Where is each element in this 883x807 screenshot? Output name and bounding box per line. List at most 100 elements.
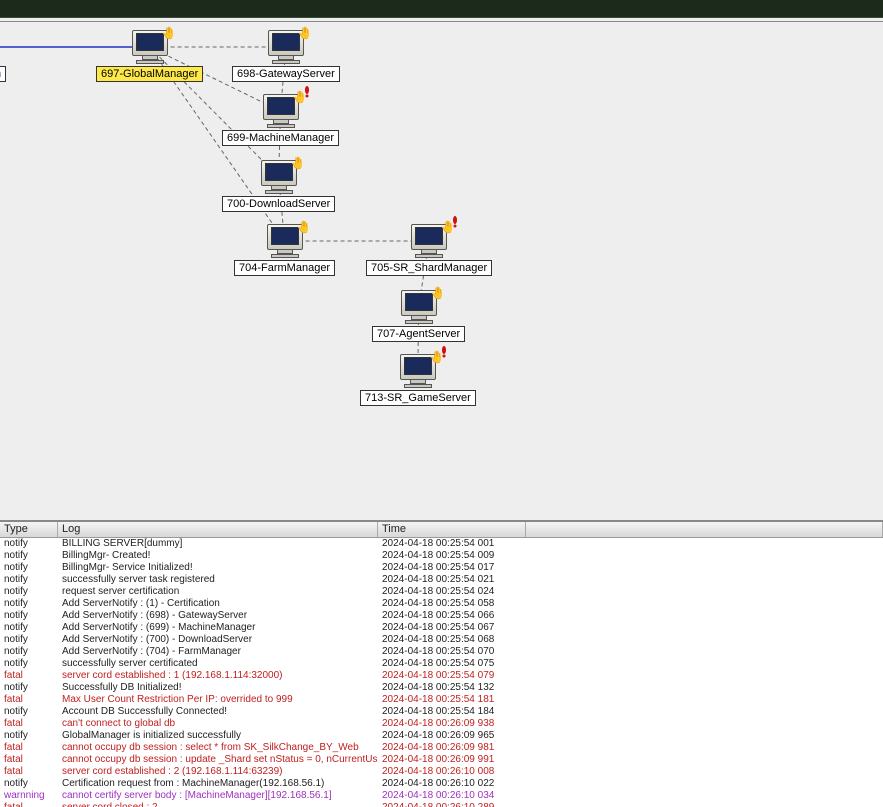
log-row[interactable]: notifyBillingMgr- Created!2024-04-18 00:…	[0, 550, 883, 562]
log-message: successfully server task registered	[58, 574, 378, 586]
log-row[interactable]: notifysuccessfully server certificated20…	[0, 658, 883, 670]
col-type[interactable]: Type	[0, 522, 58, 537]
hand-icon: ✋	[430, 286, 445, 300]
log-row[interactable]: fatalcannot occupy db session : update _…	[0, 754, 883, 766]
log-row[interactable]: notifyrequest server certification2024-0…	[0, 586, 883, 598]
log-type: notify	[0, 778, 58, 790]
log-time: 2024-04-18 00:25:54 009	[378, 550, 526, 562]
computer-icon: ✋	[265, 224, 305, 258]
log-row[interactable]: warnningcannot certify server body : [Ma…	[0, 790, 883, 802]
computer-icon: ✋	[409, 224, 449, 258]
log-time: 2024-04-18 00:25:54 058	[378, 598, 526, 610]
log-row[interactable]: fatalserver cord closed : 22024-04-18 00…	[0, 802, 883, 807]
computer-icon: ✋	[398, 354, 438, 388]
log-type: notify	[0, 586, 58, 598]
log-type: notify	[0, 682, 58, 694]
log-type: notify	[0, 538, 58, 550]
log-type: fatal	[0, 754, 58, 766]
log-time: 2024-04-18 00:26:10 289	[378, 802, 526, 807]
computer-icon: ✋	[399, 290, 439, 324]
log-time: 2024-04-18 00:25:54 017	[378, 562, 526, 574]
log-message: server cord established : 1 (192.168.1.1…	[58, 670, 378, 682]
log-row[interactable]: notifyAdd ServerNotify : (704) - FarmMan…	[0, 646, 883, 658]
log-row[interactable]: notifyAdd ServerNotify : (698) - Gateway…	[0, 610, 883, 622]
log-row[interactable]: notifyAdd ServerNotify : (1) - Certifica…	[0, 598, 883, 610]
col-rest[interactable]	[526, 522, 883, 537]
log-message: request server certification	[58, 586, 378, 598]
log-message: server cord closed : 2	[58, 802, 378, 807]
computer-icon: ✋	[259, 160, 299, 194]
log-row[interactable]: notifyAccount DB Successfully Connected!…	[0, 706, 883, 718]
log-message: GlobalManager is initialized successfull…	[58, 730, 378, 742]
hand-icon: ✋	[296, 220, 311, 234]
log-header[interactable]: Type Log Time	[0, 522, 883, 538]
topology-canvas[interactable]: ertification✋697-GlobalManager✋698-Gatew…	[0, 22, 883, 520]
log-row[interactable]: notifyCertification request from : Machi…	[0, 778, 883, 790]
log-message: Max User Count Restriction Per IP: overr…	[58, 694, 378, 706]
log-message: BILLING SERVER[dummy]	[58, 538, 378, 550]
log-time: 2024-04-18 00:25:54 184	[378, 706, 526, 718]
log-row[interactable]: fatalMax User Count Restriction Per IP: …	[0, 694, 883, 706]
log-message: BillingMgr- Service Initialized!	[58, 562, 378, 574]
log-type: fatal	[0, 742, 58, 754]
server-node-cert[interactable]: ertification	[0, 30, 6, 82]
log-row[interactable]: notifyGlobalManager is initialized succe…	[0, 730, 883, 742]
log-body[interactable]: notifyBILLING SERVER[dummy]2024-04-18 00…	[0, 538, 883, 807]
log-row[interactable]: notifySuccessfully DB Initialized!2024-0…	[0, 682, 883, 694]
node-label[interactable]: 704-FarmManager	[234, 260, 335, 276]
server-node-dl[interactable]: ✋ 700-DownloadServer	[222, 160, 335, 212]
server-node-gw[interactable]: ✋ 698-GatewayServer	[232, 30, 340, 82]
log-row[interactable]: fatalserver cord established : 2 (192.16…	[0, 766, 883, 778]
log-message: cannot occupy db session : select * from…	[58, 742, 378, 754]
log-row[interactable]: fatalserver cord established : 1 (192.16…	[0, 670, 883, 682]
log-time: 2024-04-18 00:25:54 181	[378, 694, 526, 706]
log-message: can't connect to global db	[58, 718, 378, 730]
log-type: notify	[0, 646, 58, 658]
log-time: 2024-04-18 00:25:54 132	[378, 682, 526, 694]
log-row[interactable]: notifyAdd ServerNotify : (699) - Machine…	[0, 622, 883, 634]
log-message: BillingMgr- Created!	[58, 550, 378, 562]
node-label[interactable]: 713-SR_GameServer	[360, 390, 476, 406]
log-row[interactable]: fatalcannot occupy db session : select *…	[0, 742, 883, 754]
log-panel: Type Log Time notifyBILLING SERVER[dummy…	[0, 520, 883, 807]
log-type: notify	[0, 610, 58, 622]
log-row[interactable]: notifyBillingMgr- Service Initialized!20…	[0, 562, 883, 574]
node-label[interactable]: 707-AgentServer	[372, 326, 465, 342]
log-message: Add ServerNotify : (698) - GatewayServer	[58, 610, 378, 622]
node-label[interactable]: 698-GatewayServer	[232, 66, 340, 82]
server-node-fm[interactable]: ✋ 704-FarmManager	[234, 224, 335, 276]
log-message: Add ServerNotify : (700) - DownloadServe…	[58, 634, 378, 646]
computer-icon: ✋	[261, 94, 301, 128]
log-time: 2024-04-18 00:26:09 938	[378, 718, 526, 730]
log-message: Add ServerNotify : (699) - MachineManage…	[58, 622, 378, 634]
log-type: notify	[0, 658, 58, 670]
log-time: 2024-04-18 00:25:54 021	[378, 574, 526, 586]
node-label[interactable]: 700-DownloadServer	[222, 196, 335, 212]
server-node-gs[interactable]: ✋ 713-SR_GameServer	[360, 354, 476, 406]
log-row[interactable]: fatalcan't connect to global db2024-04-1…	[0, 718, 883, 730]
col-log[interactable]: Log	[58, 522, 378, 537]
node-label[interactable]: 699-MachineManager	[222, 130, 339, 146]
node-label[interactable]: ertification	[0, 66, 6, 82]
log-message: successfully server certificated	[58, 658, 378, 670]
node-label[interactable]: 697-GlobalManager	[96, 66, 203, 82]
title-bar	[0, 0, 883, 18]
log-row[interactable]: notifyAdd ServerNotify : (700) - Downloa…	[0, 634, 883, 646]
log-type: fatal	[0, 694, 58, 706]
log-message: Certification request from : MachineMana…	[58, 778, 378, 790]
server-node-mm[interactable]: ✋ 699-MachineManager	[222, 94, 339, 146]
log-time: 2024-04-18 00:26:10 034	[378, 790, 526, 802]
server-node-as[interactable]: ✋ 707-AgentServer	[372, 290, 465, 342]
node-label[interactable]: 705-SR_ShardManager	[366, 260, 492, 276]
computer-icon: ✋	[266, 30, 306, 64]
server-node-sm[interactable]: ✋ 705-SR_ShardManager	[366, 224, 492, 276]
alert-icon	[451, 216, 459, 228]
log-row[interactable]: notifysuccessfully server task registere…	[0, 574, 883, 586]
log-type: fatal	[0, 766, 58, 778]
col-time[interactable]: Time	[378, 522, 526, 537]
log-type: notify	[0, 706, 58, 718]
server-node-gm[interactable]: ✋697-GlobalManager	[96, 30, 203, 82]
log-time: 2024-04-18 00:25:54 068	[378, 634, 526, 646]
hand-icon: ✋	[161, 26, 176, 40]
log-row[interactable]: notifyBILLING SERVER[dummy]2024-04-18 00…	[0, 538, 883, 550]
